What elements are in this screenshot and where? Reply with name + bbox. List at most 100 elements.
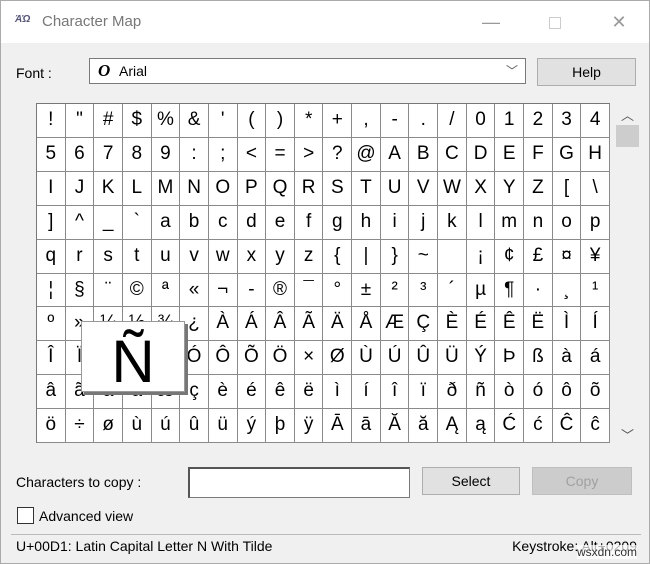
character-cell[interactable]: > xyxy=(294,137,324,172)
character-cell[interactable]: ³ xyxy=(409,273,439,308)
character-cell[interactable]: L xyxy=(122,171,152,206)
character-cell[interactable]: ß xyxy=(524,341,553,376)
character-cell[interactable]: A xyxy=(380,137,410,172)
character-cell[interactable]: h xyxy=(352,205,381,240)
character-cell[interactable]: } xyxy=(380,239,410,274)
character-cell[interactable]: q xyxy=(37,239,66,274)
character-cell[interactable]: ê xyxy=(266,375,295,410)
character-cell[interactable]: ´ xyxy=(438,273,467,308)
character-cell[interactable]: $ xyxy=(122,104,152,138)
character-cell[interactable]: U xyxy=(380,171,410,206)
character-cell[interactable]: È xyxy=(438,307,467,342)
character-cell[interactable]: ( xyxy=(237,104,267,138)
character-cell[interactable]: { xyxy=(323,239,353,274)
help-button[interactable]: Help xyxy=(537,58,636,86)
character-cell[interactable]: / xyxy=(438,104,467,138)
character-cell[interactable]: D xyxy=(466,137,496,172)
character-cell[interactable]: u xyxy=(151,239,181,274)
character-cell[interactable] xyxy=(438,239,467,274)
character-cell[interactable]: 5 xyxy=(37,137,66,172)
character-cell[interactable]: Ù xyxy=(352,341,381,376)
character-cell[interactable]: p xyxy=(581,205,610,240)
character-cell[interactable]: k xyxy=(438,205,467,240)
character-cell[interactable]: î xyxy=(380,375,410,410)
character-cell[interactable]: Ā xyxy=(323,409,353,443)
select-button[interactable]: Select xyxy=(422,467,520,495)
character-cell[interactable]: ~ xyxy=(409,239,439,274)
character-cell[interactable]: t xyxy=(122,239,152,274)
character-cell[interactable]: 1 xyxy=(495,104,525,138)
character-cell[interactable]: F xyxy=(524,137,553,172)
scroll-thumb[interactable] xyxy=(616,125,639,147)
character-cell[interactable]: § xyxy=(65,273,95,308)
character-cell[interactable]: N xyxy=(180,171,209,206)
character-cell[interactable]: Ê xyxy=(495,307,525,342)
character-cell[interactable]: % xyxy=(151,104,181,138)
character-cell[interactable]: e xyxy=(266,205,295,240)
character-cell[interactable]: Ì xyxy=(552,307,582,342)
character-cell[interactable]: ù xyxy=(122,409,152,443)
character-cell[interactable]: à xyxy=(552,341,582,376)
character-cell[interactable]: 8 xyxy=(122,137,152,172)
character-cell[interactable]: £ xyxy=(524,239,553,274)
character-cell[interactable]: ° xyxy=(323,273,353,308)
character-cell[interactable]: ^ xyxy=(65,205,95,240)
character-cell[interactable]: + xyxy=(323,104,353,138)
character-cell[interactable]: - xyxy=(237,273,267,308)
character-cell[interactable]: C xyxy=(438,137,467,172)
character-cell[interactable]: ® xyxy=(266,273,295,308)
scroll-up-icon[interactable]: ︿ xyxy=(614,105,641,124)
character-cell[interactable]: ć xyxy=(524,409,553,443)
character-cell[interactable]: µ xyxy=(466,273,496,308)
character-cell[interactable]: # xyxy=(94,104,123,138)
character-cell[interactable]: , xyxy=(352,104,381,138)
character-cell[interactable]: < xyxy=(237,137,267,172)
character-cell[interactable]: º xyxy=(37,307,66,342)
character-cell[interactable]: b xyxy=(180,205,209,240)
scroll-down-icon[interactable]: ﹀ xyxy=(614,425,641,444)
character-cell[interactable]: ì xyxy=(323,375,353,410)
character-cell[interactable]: m xyxy=(495,205,525,240)
character-cell[interactable]: v xyxy=(180,239,209,274)
character-cell[interactable]: ) xyxy=(266,104,295,138)
character-cell[interactable]: ¸ xyxy=(552,273,582,308)
character-cell[interactable]: c xyxy=(208,205,238,240)
character-cell[interactable]: ª xyxy=(151,273,181,308)
character-cell[interactable]: R xyxy=(294,171,324,206)
character-cell[interactable]: Z xyxy=(524,171,553,206)
character-cell[interactable]: : xyxy=(180,137,209,172)
character-cell[interactable]: o xyxy=(552,205,582,240)
character-cell[interactable]: ï xyxy=(409,375,439,410)
character-cell[interactable]: ö xyxy=(37,409,66,443)
character-cell[interactable]: Ç xyxy=(409,307,439,342)
character-cell[interactable]: ± xyxy=(352,273,381,308)
character-cell[interactable]: Q xyxy=(266,171,295,206)
character-cell[interactable]: 6 xyxy=(65,137,95,172)
character-cell[interactable]: S xyxy=(323,171,353,206)
character-cell[interactable]: V xyxy=(409,171,439,206)
character-cell[interactable]: Õ xyxy=(237,341,267,376)
character-cell[interactable]: - xyxy=(380,104,410,138)
character-cell[interactable]: n xyxy=(524,205,553,240)
character-cell[interactable]: \ xyxy=(581,171,610,206)
character-cell[interactable]: ý xyxy=(237,409,267,443)
character-cell[interactable]: Â xyxy=(266,307,295,342)
maximize-button[interactable] xyxy=(535,9,575,35)
character-cell[interactable]: a xyxy=(151,205,181,240)
character-cell[interactable]: Í xyxy=(581,307,610,342)
character-cell[interactable]: À xyxy=(208,307,238,342)
character-cell[interactable]: « xyxy=(180,273,209,308)
character-cell[interactable]: ÷ xyxy=(65,409,95,443)
character-cell[interactable]: J xyxy=(65,171,95,206)
character-cell[interactable]: " xyxy=(65,104,95,138)
character-cell[interactable]: d xyxy=(237,205,267,240)
character-cell[interactable]: ¶ xyxy=(495,273,525,308)
character-cell[interactable]: y xyxy=(266,239,295,274)
character-cell[interactable]: Ĉ xyxy=(552,409,582,443)
character-cell[interactable]: Ú xyxy=(380,341,410,376)
character-cell[interactable]: è xyxy=(208,375,238,410)
character-cell[interactable]: ò xyxy=(495,375,525,410)
character-cell[interactable]: õ xyxy=(581,375,610,410)
character-cell[interactable]: P xyxy=(237,171,267,206)
character-cell[interactable]: ô xyxy=(552,375,582,410)
